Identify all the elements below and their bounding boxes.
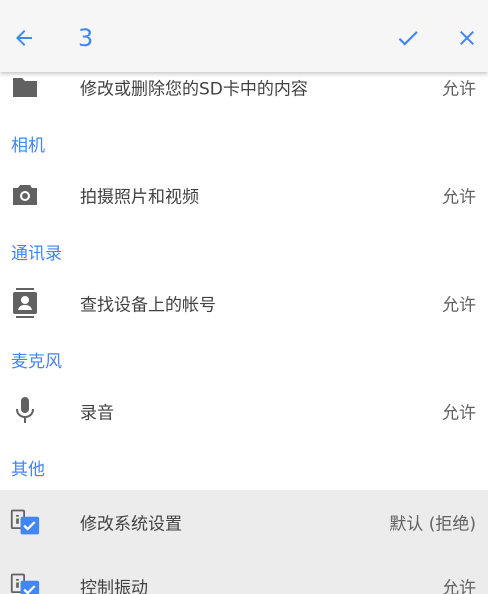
close-button[interactable] xyxy=(451,22,483,54)
contacts-icon xyxy=(10,288,40,318)
arrow-left-icon xyxy=(16,30,32,46)
section-title: 相机 xyxy=(11,136,45,156)
permission-row-contacts[interactable]: 查找设备上的帐号 允许 xyxy=(0,274,488,332)
permission-row-camera[interactable]: 拍摄照片和视频 允许 xyxy=(0,166,488,224)
microphone-icon xyxy=(10,396,40,426)
section-title: 麦克风 xyxy=(11,352,62,372)
folder-icon xyxy=(10,72,40,102)
section-header-microphone: 麦克风 xyxy=(0,332,488,382)
section-title: 其他 xyxy=(11,460,45,480)
permission-label: 修改系统设置 xyxy=(80,514,182,535)
screen: 3 修改或删除您的SD卡中的内容 允许 相机 拍摄照片和视频 允许 通讯录 查找… xyxy=(0,0,488,594)
back-button[interactable] xyxy=(8,22,40,54)
selection-action-bar: 3 xyxy=(0,0,488,72)
checked-info-icon xyxy=(10,571,40,594)
permission-status: 允许 xyxy=(442,295,476,316)
checked-info-icon xyxy=(10,507,40,537)
permission-status: 允许 xyxy=(442,79,476,100)
permission-status: 允许 xyxy=(442,187,476,208)
confirm-button[interactable] xyxy=(392,22,424,54)
permission-status: 默认 (拒绝) xyxy=(389,514,476,535)
section-header-contacts: 通讯录 xyxy=(0,224,488,274)
permission-status: 允许 xyxy=(442,403,476,424)
permission-label: 查找设备上的帐号 xyxy=(80,295,216,316)
camera-icon xyxy=(10,180,40,210)
permission-list: 修改或删除您的SD卡中的内容 允许 相机 拍摄照片和视频 允许 通讯录 查找设备… xyxy=(0,58,488,594)
section-header-camera: 相机 xyxy=(0,116,488,166)
permission-label: 控制振动 xyxy=(80,578,148,594)
close-icon xyxy=(460,31,474,45)
permission-label: 拍摄照片和视频 xyxy=(80,187,199,208)
permission-row-modify-settings[interactable]: 修改系统设置 默认 (拒绝) xyxy=(0,490,488,554)
check-icon xyxy=(398,31,418,46)
permission-status: 允许 xyxy=(442,578,476,594)
section-title: 通讯录 xyxy=(11,244,62,264)
section-header-other: 其他 xyxy=(0,440,488,490)
selected-count: 3 xyxy=(78,24,94,52)
permission-label: 录音 xyxy=(80,403,114,424)
permission-row-vibration[interactable]: 控制振动 允许 xyxy=(0,554,488,594)
permission-label: 修改或删除您的SD卡中的内容 xyxy=(80,79,308,100)
permission-row-microphone[interactable]: 录音 允许 xyxy=(0,382,488,440)
